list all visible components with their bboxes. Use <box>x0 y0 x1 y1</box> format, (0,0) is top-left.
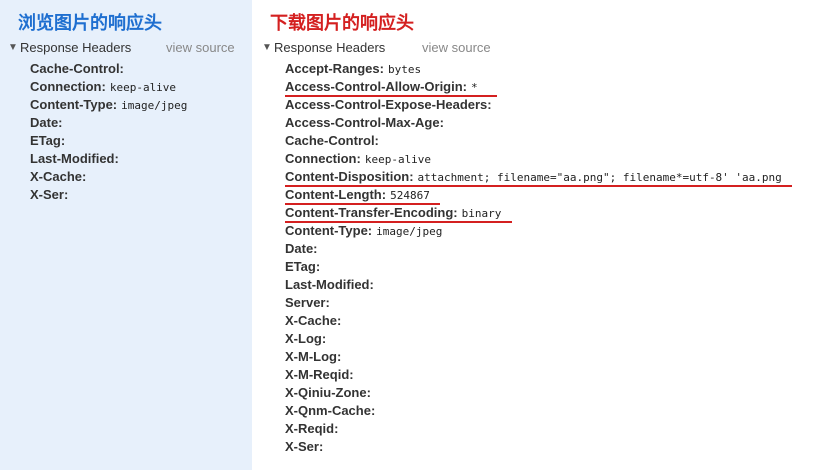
header-value: image/jpeg <box>376 225 443 238</box>
header-list: Cache-Control: Connection: keep-alive Conte… <box>30 60 187 204</box>
header-name: X-Qiniu-Zone: <box>285 385 371 400</box>
header-row: ETag: <box>285 258 782 276</box>
header-row: Cache-Control: <box>285 132 782 150</box>
header-name: ETag: <box>285 259 321 274</box>
download-panel-title: 下载图片的响应头 <box>270 13 414 33</box>
header-row: Date: <box>30 114 187 132</box>
header-row: X-Ser: <box>285 438 782 456</box>
header-row: Server: <box>285 294 782 312</box>
header-name: Server: <box>285 295 330 310</box>
header-name: Last-Modified: <box>30 151 119 166</box>
download-image-headers-panel: 下载图片的响应头 ▼ Response Headers view source … <box>252 0 836 470</box>
header-row: X-Qiniu-Zone: <box>285 384 782 402</box>
header-name: X-M-Log: <box>285 349 342 364</box>
browse-image-headers-panel: 浏览图片的响应头 ▼ Response Headers view source … <box>0 0 252 470</box>
header-row: Cache-Control: <box>30 60 187 78</box>
header-row: Connection: keep-alive <box>30 78 187 96</box>
header-name: Access-Control-Expose-Headers: <box>285 97 492 112</box>
header-name: Content-Type: <box>30 97 118 112</box>
header-value: keep-alive <box>109 81 177 94</box>
header-row: Last-Modified: <box>285 276 782 294</box>
header-name: X-Qnm-Cache: <box>285 403 376 418</box>
header-value: image/jpeg <box>121 99 188 112</box>
header-name: X-Ser: <box>30 187 69 202</box>
header-row: Access-Control-Allow-Origin: * <box>285 78 782 97</box>
header-value: keep-alive <box>364 153 432 166</box>
header-name: Content-Transfer-Encoding: <box>285 205 458 220</box>
header-value: attachment; filename="aa.png"; filename*… <box>417 171 782 184</box>
header-name: X-Log: <box>285 331 327 346</box>
header-name: ETag: <box>30 133 66 148</box>
browse-panel-title: 浏览图片的响应头 <box>18 13 162 33</box>
header-value: bytes <box>387 63 422 76</box>
header-name: Accept-Ranges: <box>285 61 384 76</box>
header-list: Accept-Ranges: bytes Access-Control-Allow-… <box>285 60 792 456</box>
view-source-link[interactable]: view source <box>166 40 235 55</box>
header-row: X-Reqid: <box>285 420 782 438</box>
collapse-triangle-icon[interactable]: ▼ <box>262 42 272 53</box>
header-row: Content-Type: image/jpeg <box>30 96 187 114</box>
header-name: Connection: <box>285 151 361 166</box>
header-name: Last-Modified: <box>285 277 374 292</box>
section-label: Response Headers <box>274 40 386 55</box>
header-value: binary <box>461 207 502 220</box>
header-row: X-Cache: <box>30 168 187 186</box>
header-name: Cache-Control: <box>30 61 124 76</box>
header-name: X-Reqid: <box>285 421 339 436</box>
header-row: Accept-Ranges: bytes <box>285 60 782 78</box>
header-name: X-Ser: <box>285 439 324 454</box>
response-headers-section-header[interactable]: ▼ Response Headers view source <box>8 40 248 57</box>
header-row: Content-Disposition: attachment; filename… <box>285 168 792 187</box>
header-name: Content-Length: <box>285 187 387 202</box>
header-row: X-M-Log: <box>285 348 782 366</box>
header-row: Content-Length: 524867 <box>285 186 782 205</box>
header-row: X-Ser: <box>30 186 187 204</box>
response-headers-section-header[interactable]: ▼ Response Headers view source <box>262 40 502 57</box>
header-row: ETag: <box>30 132 187 150</box>
header-row: Date: <box>285 240 782 258</box>
section-label: Response Headers <box>20 40 132 55</box>
header-row: Access-Control-Max-Age: <box>285 114 782 132</box>
header-name: X-M-Reqid: <box>285 367 354 382</box>
header-row: X-Log: <box>285 330 782 348</box>
header-name: Access-Control-Max-Age: <box>285 115 444 130</box>
header-row: Access-Control-Expose-Headers: <box>285 96 782 114</box>
header-name: Date: <box>30 115 63 130</box>
header-row: Content-Type: image/jpeg <box>285 222 782 240</box>
header-name: Content-Disposition: <box>285 169 414 184</box>
header-name: Connection: <box>30 79 106 94</box>
collapse-triangle-icon[interactable]: ▼ <box>8 42 18 53</box>
header-name: X-Cache: <box>30 169 87 184</box>
header-name: Cache-Control: <box>285 133 379 148</box>
header-value: 524867 <box>390 189 430 202</box>
header-row: X-Cache: <box>285 312 782 330</box>
header-row: Content-Transfer-Encoding: binary <box>285 204 782 223</box>
header-name: Content-Type: <box>285 223 373 238</box>
header-name: X-Cache: <box>285 313 342 328</box>
view-source-link[interactable]: view source <box>422 40 491 55</box>
header-row: X-Qnm-Cache: <box>285 402 782 420</box>
header-row: Connection: keep-alive <box>285 150 782 168</box>
header-row: X-M-Reqid: <box>285 366 782 384</box>
header-name: Access-Control-Allow-Origin: <box>285 79 468 94</box>
header-name: Date: <box>285 241 318 256</box>
header-row: Last-Modified: <box>30 150 187 168</box>
header-value: * <box>471 81 478 94</box>
